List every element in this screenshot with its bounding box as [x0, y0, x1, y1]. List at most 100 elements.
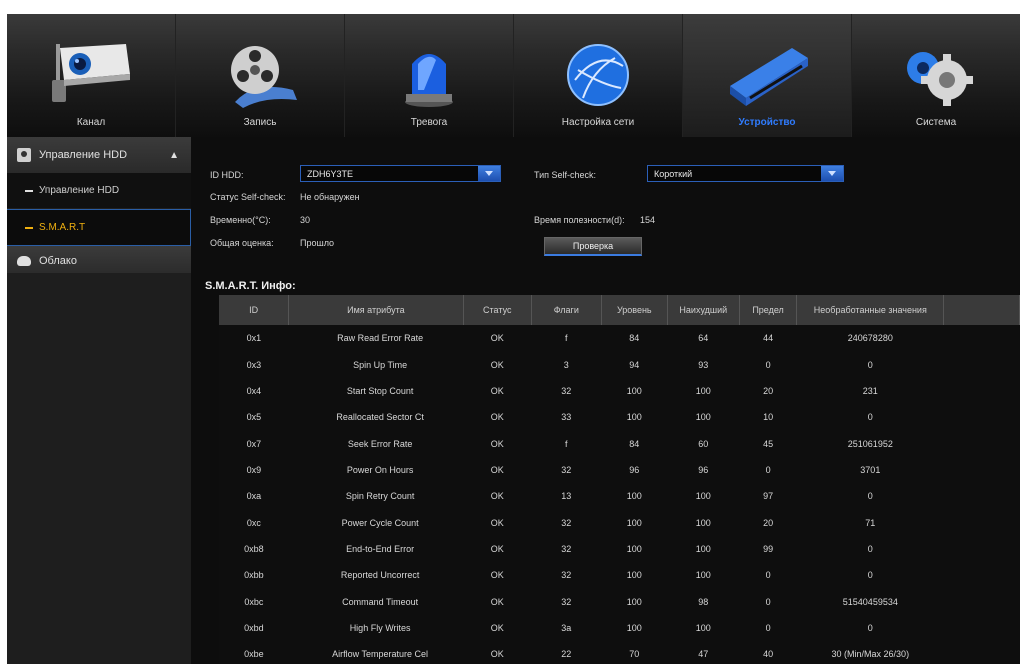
column-header: Предел — [739, 295, 798, 325]
table-cell: 100 — [601, 614, 668, 642]
sidebar-item-label: Управление HDD — [39, 185, 120, 196]
table-cell: Reported Uncorrect — [288, 562, 464, 589]
table-cell: 98 — [667, 588, 740, 615]
table-cell: 0 — [796, 614, 944, 642]
table-cell: 40 — [739, 641, 797, 664]
attribute-name: Command Timeout — [342, 596, 419, 607]
smart-title: S.M.A.R.T. Инфо: — [205, 280, 296, 292]
table-cell: 0 — [796, 562, 944, 589]
table-cell: 100 — [601, 588, 668, 615]
table-cell: 30 (Min/Max 26/30) — [796, 641, 944, 664]
attribute-name: Airflow Temperature Cel — [332, 649, 429, 660]
tab-label: Устройство — [738, 117, 796, 128]
table-cell: 0xb8 — [219, 535, 289, 563]
table-row: 0x1 Raw Read Error Rate OK f 84 64 44 240678280 — [219, 325, 1020, 352]
alarm-light-icon — [405, 54, 453, 107]
column-header: Статус — [463, 295, 532, 325]
table-cell: 96 — [667, 456, 740, 484]
table-cell: 32 — [531, 509, 602, 536]
network-globe-icon — [567, 44, 629, 106]
table-cell: 100 — [601, 404, 668, 431]
table-cell: 96 — [601, 456, 668, 484]
hdd-id-select[interactable]: ZDH6Y3TE — [300, 165, 501, 182]
table-cell: 0xbc — [219, 588, 289, 615]
tab-label: Настройка сети — [561, 117, 635, 128]
sidebar-empty — [7, 273, 191, 664]
table-row: 0xc Power Cycle Count OK 32 100 100 20 71 — [219, 509, 1020, 536]
check-button[interactable]: Проверка — [544, 237, 642, 256]
table-cell: 32 — [531, 588, 602, 615]
table-cell: 100 — [667, 614, 740, 642]
table-cell: OK — [463, 325, 532, 352]
film-reel-icon — [231, 46, 297, 108]
attribute-name: Spin Up Time — [353, 359, 408, 370]
table-cell: OK — [463, 588, 532, 615]
table-cell: 84 — [601, 430, 668, 457]
tab-device[interactable]: Устройство — [683, 14, 852, 137]
temperature-label: Временно(°C): — [210, 215, 271, 225]
attribute-name: Reported Uncorrect — [340, 570, 420, 581]
attribute-name: High Fly Writes — [349, 622, 411, 633]
column-header: Флаги — [531, 295, 602, 325]
table-cell: 93 — [667, 351, 740, 378]
tab-label: Запись — [243, 117, 277, 128]
table-cell: 100 — [667, 483, 740, 510]
column-header: Уровень — [601, 295, 668, 325]
selfcheck-status-value: Не обнаружен — [300, 192, 360, 202]
table-cell: 32 — [531, 456, 602, 484]
power-time-label: Время полезности(d): — [534, 215, 625, 225]
table-cell: End-to-End Error — [288, 535, 464, 563]
table-cell: Command Timeout — [288, 588, 464, 615]
table-cell: OK — [463, 456, 532, 484]
chevron-down-icon — [821, 166, 843, 181]
table-cell: 0 — [796, 404, 944, 431]
table-cell-empty — [943, 614, 1020, 642]
tab-channel[interactable]: Канал — [7, 14, 176, 137]
hdd-id-value: ZDH6Y3TE — [307, 168, 354, 179]
attribute-name: Seek Error Rate — [347, 438, 413, 449]
table-cell: 51540459534 — [796, 588, 944, 615]
table-cell-empty — [943, 535, 1020, 563]
table-cell: OK — [463, 562, 532, 589]
tab-record[interactable]: Запись — [176, 14, 345, 137]
table-cell: 0x3 — [219, 351, 289, 378]
overall-label: Общая оценка: — [210, 238, 274, 248]
sidebar-item-smart[interactable]: S.M.A.R.T — [7, 209, 191, 246]
table-cell: 100 — [667, 535, 740, 563]
sidebar-item-hdd-management[interactable]: Управление HDD — [7, 173, 191, 209]
tab-network[interactable]: Настройка сети — [514, 14, 683, 137]
table-cell-empty — [943, 404, 1020, 431]
tab-system[interactable]: Система — [852, 14, 1020, 137]
table-row: 0x5 Reallocated Sector Ct OK 33 100 100 10 0 — [219, 404, 1020, 431]
hard-drive-icon — [730, 48, 808, 106]
table-cell: 45 — [739, 430, 797, 457]
table-cell: 0xbd — [219, 614, 289, 642]
table-row: 0x3 Spin Up Time OK 3 94 93 0 0 — [219, 351, 1020, 378]
table-cell: 231 — [796, 377, 944, 405]
table-cell: OK — [463, 430, 532, 457]
chevron-down-icon — [478, 166, 500, 181]
sidebar-group-label: Облако — [39, 255, 77, 267]
table-cell: 0xa — [219, 483, 289, 510]
table-cell: OK — [463, 509, 532, 536]
table-cell-empty — [943, 483, 1020, 510]
dash-icon — [25, 189, 33, 192]
attribute-name: Start Stop Count — [346, 385, 414, 396]
table-cell: Raw Read Error Rate — [288, 325, 464, 352]
table-cell-empty — [943, 509, 1020, 536]
table-cell: OK — [463, 483, 532, 510]
table-cell: 240678280 — [796, 325, 944, 352]
sidebar-group-cloud[interactable]: Облако — [7, 246, 191, 276]
table-row: 0xbe Airflow Temperature Cel OK 22 70 47 40 30 … — [219, 641, 1020, 664]
app-window: Канал Запись Тревога Настройка сети Устр… — [7, 14, 1020, 664]
table-cell: OK — [463, 377, 532, 405]
column-header-empty — [943, 295, 1020, 325]
main-panel: ID HDD: ZDH6Y3TE Тип Self-check: Коротки… — [191, 137, 1020, 664]
table-cell: 64 — [667, 325, 740, 352]
sidebar-group-hdd[interactable]: Управление HDD ▲ — [7, 137, 191, 173]
chevron-up-icon: ▲ — [169, 149, 179, 161]
selfcheck-type-select[interactable]: Короткий — [647, 165, 844, 182]
table-cell: f — [531, 325, 602, 352]
tab-alarm[interactable]: Тревога — [345, 14, 514, 137]
column-header: ID — [219, 295, 290, 325]
